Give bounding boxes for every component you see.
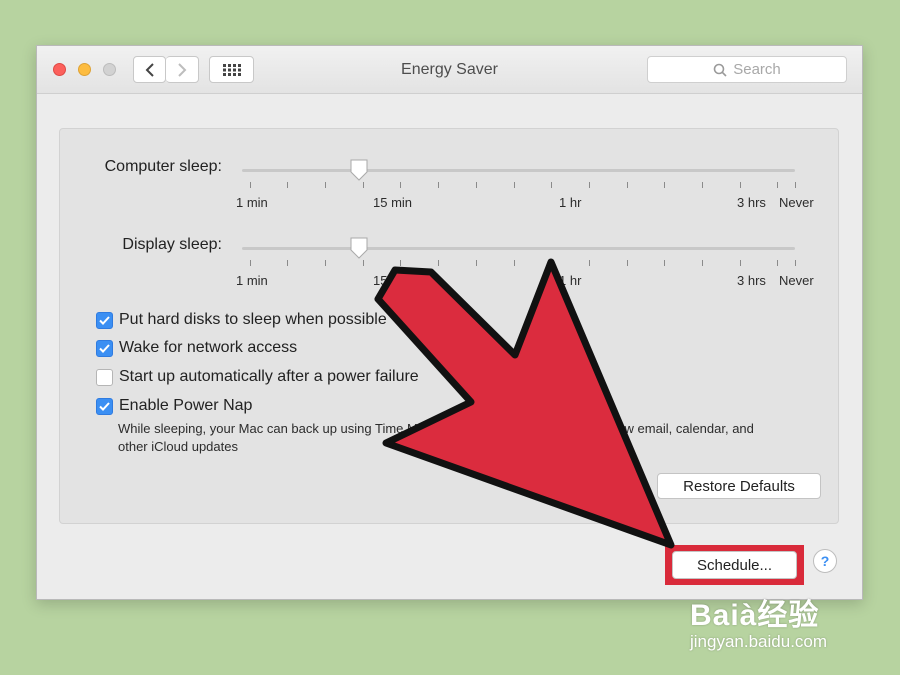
checkbox-checked[interactable] <box>96 339 113 357</box>
option-label: Enable Power Nap <box>119 397 253 414</box>
checkbox-unchecked[interactable] <box>96 368 113 386</box>
tick-label: 15 min <box>373 195 413 210</box>
checkmark-icon <box>99 315 110 325</box>
tick-label: Never <box>779 273 814 288</box>
option-label: Wake for network access <box>119 339 298 356</box>
restore-defaults-button[interactable]: Restore Defaults <box>657 473 821 499</box>
power-nap-description: While sleeping, your Mac can back up usi… <box>118 421 754 454</box>
display-sleep-ticks <box>250 260 797 266</box>
tick-label: 3 hrs <box>737 195 766 210</box>
computer-sleep-label: Computer sleep: <box>104 158 222 175</box>
display-sleep-slider[interactable] <box>242 247 795 250</box>
help-button[interactable]: ? <box>813 549 837 573</box>
tick-label: 1 hr <box>559 195 582 210</box>
option-hard-disks-sleep[interactable]: Put hard disks to sleep when possible <box>96 311 387 329</box>
watermark: Baià经验 jingyan.baidu.com <box>690 590 827 652</box>
settings-panel: Computer sleep: 1 min 15 min 1 hr 3 hrs … <box>59 128 839 524</box>
schedule-button[interactable]: Schedule... <box>672 551 797 579</box>
titlebar: Energy Saver Search <box>37 46 862 94</box>
search-placeholder: Search <box>733 61 781 78</box>
computer-sleep-ticks <box>250 182 797 188</box>
tick-label: 3 hrs <box>737 273 766 288</box>
option-label: Start up automatically after a power fai… <box>119 368 419 385</box>
search-field[interactable]: Search <box>647 56 847 83</box>
energy-saver-window: Energy Saver Search Computer sleep: 1 mi… <box>36 45 863 600</box>
tick-label: 1 min <box>236 273 268 288</box>
tick-label: 1 hr <box>559 273 582 288</box>
checkmark-icon <box>99 343 110 353</box>
watermark-url: jingyan.baidu.com <box>690 632 828 651</box>
option-label: Put hard disks to sleep when possible <box>119 311 387 328</box>
tick-label: Never <box>779 195 814 210</box>
tick-label: 1 min <box>236 195 268 210</box>
option-power-nap[interactable]: Enable Power Nap <box>96 397 252 415</box>
option-startup-power-failure[interactable]: Start up automatically after a power fai… <box>96 368 419 386</box>
checkbox-checked[interactable] <box>96 311 113 329</box>
watermark-logo: Baià经验 <box>690 599 820 632</box>
display-sleep-label: Display sleep: <box>122 236 222 253</box>
tick-label: 15 min <box>373 273 413 288</box>
checkbox-checked[interactable] <box>96 397 113 415</box>
search-icon <box>713 63 727 77</box>
checkmark-icon <box>99 401 110 411</box>
option-wake-network[interactable]: Wake for network access <box>96 339 297 357</box>
computer-sleep-thumb[interactable] <box>349 159 369 181</box>
display-sleep-thumb[interactable] <box>349 237 369 259</box>
computer-sleep-slider[interactable] <box>242 169 795 172</box>
